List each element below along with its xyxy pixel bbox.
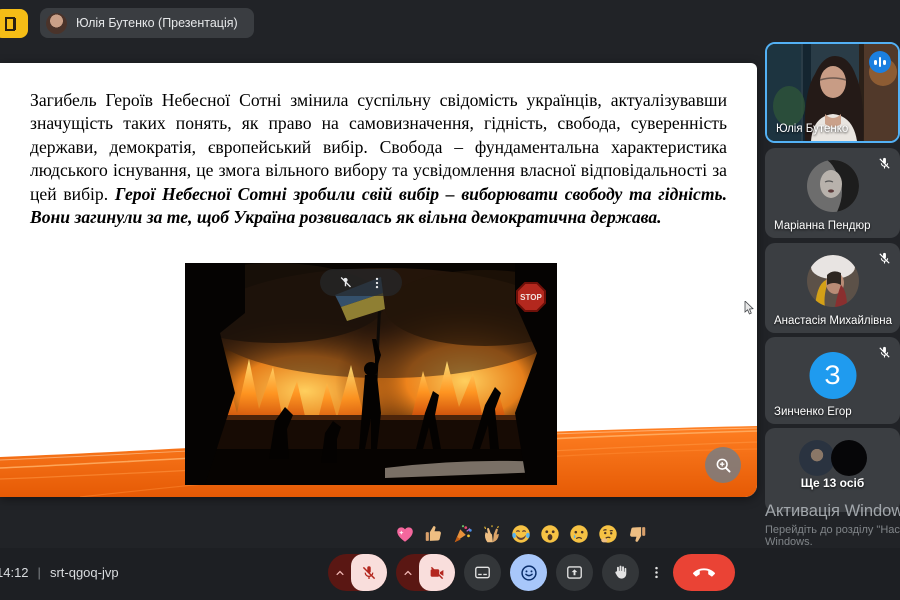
present-screen-icon [567,566,582,579]
camera-off-button[interactable] [419,554,455,591]
face-joy-icon[interactable] [510,523,532,545]
meet-app: Юлія Бутенко (Презентація) Загибель Геро… [0,0,900,600]
face-crying-icon[interactable] [568,523,590,545]
clock-time: 14:12 [0,565,29,580]
stop-sign-text: STOP [520,293,542,302]
overflow-count-label: Ще 13 осіб [800,476,865,490]
more-options-icon[interactable] [370,276,384,290]
call-controls [328,554,735,591]
reactions-bar [394,520,648,548]
separator: | [37,565,41,580]
mic-mute-button[interactable] [351,554,387,591]
windows-activation-watermark: Активація Windows Перейдіть до розділу "… [765,502,900,548]
letter-avatar-text: З [824,360,841,390]
audio-speaking-indicator [869,51,891,73]
camera-control-group [396,554,455,591]
sparkling-heart-icon[interactable] [394,523,416,545]
participant-name: Юлія Бутенко [776,123,849,135]
chevron-up-icon [335,570,344,575]
thumbs-down-icon[interactable] [626,523,648,545]
clapping-hands-icon[interactable] [481,523,503,545]
raise-hand-button[interactable] [602,554,639,591]
camera-off-icon [430,566,444,579]
mic-off-icon [362,565,376,579]
overflow-avatars [798,440,867,476]
meeting-info: 14:12 | srt-qgoq-jvp [0,565,119,580]
slide-paragraph: Загибель Героїв Небесної Сотні змінила с… [30,89,727,229]
mic-options-button[interactable] [328,554,351,591]
anastasiia-avatar [806,255,859,307]
mouse-cursor [744,301,754,315]
raise-hand-icon [615,565,627,579]
participant-name: Зинченко Егор [774,406,852,418]
presenter-label: Юлія Бутенко (Презентація) [76,16,238,30]
participant-tile-zynchenko[interactable]: З Зинченко Егор [765,337,900,424]
unpin-icon[interactable] [338,275,353,290]
meeting-code: srt-qgoq-jvp [49,565,119,580]
overflow-avatar-photo [798,440,835,476]
participant-tile-anastasiia[interactable]: Анастасія Михайлівна [765,243,900,333]
chevron-up-icon [403,570,412,575]
bottom-bar: 14:12 | srt-qgoq-jvp [0,548,900,600]
maidan-photo: STOP [185,263,557,485]
camera-options-button[interactable] [396,554,419,591]
face-open-mouth-icon[interactable] [539,523,561,545]
smiley-icon [520,564,537,581]
slide-text-emphasis: Герої Небесної Сотні зробили свій вибір … [30,183,727,228]
participant-tile-yuliia[interactable]: Юлія Бутенко [765,42,900,143]
watermark-title: Активація Windows [765,502,900,520]
reactions-button[interactable] [510,554,547,591]
captions-icon [475,566,490,579]
mic-off-icon [879,157,890,169]
participant-tile-overflow[interactable]: Ще 13 осіб [765,428,900,512]
zynchenko-letter-avatar: З [809,352,856,399]
watermark-line2: Перейдіть до розділу "Настр [765,524,900,536]
end-call-icon [693,567,715,577]
face-thinking-icon[interactable] [597,523,619,545]
watermark-line3: Windows. [765,536,813,548]
presenter-pill[interactable]: Юлія Бутенко (Презентація) [40,8,254,38]
magnifier-plus-icon [716,458,730,472]
participant-name: Маріанна Пендюр [774,220,871,232]
more-options-icon [654,566,658,579]
participant-tile-marianna[interactable]: Маріанна Пендюр [765,148,900,238]
mic-off-icon [879,346,890,358]
overflow-avatar-dark [830,440,867,476]
tile-hover-controls [320,269,402,296]
app-badge-icon[interactable] [0,9,28,38]
zoom-button[interactable] [705,447,741,483]
captions-button[interactable] [464,554,501,591]
maidan-photo-graphic: STOP [185,263,557,485]
more-options-button[interactable] [648,554,664,591]
party-popper-icon[interactable] [452,523,474,545]
mic-off-icon [879,252,890,264]
participant-name: Анастасія Михайлівна [774,315,892,327]
door-icon [5,16,16,31]
marianna-avatar [806,160,859,212]
end-call-button[interactable] [673,554,735,591]
present-screen-button[interactable] [556,554,593,591]
thumbs-up-icon[interactable] [423,523,445,545]
presenter-avatar [46,12,67,34]
shared-presentation-slide: Загибель Героїв Небесної Сотні змінила с… [0,63,757,497]
mic-control-group [328,554,387,591]
